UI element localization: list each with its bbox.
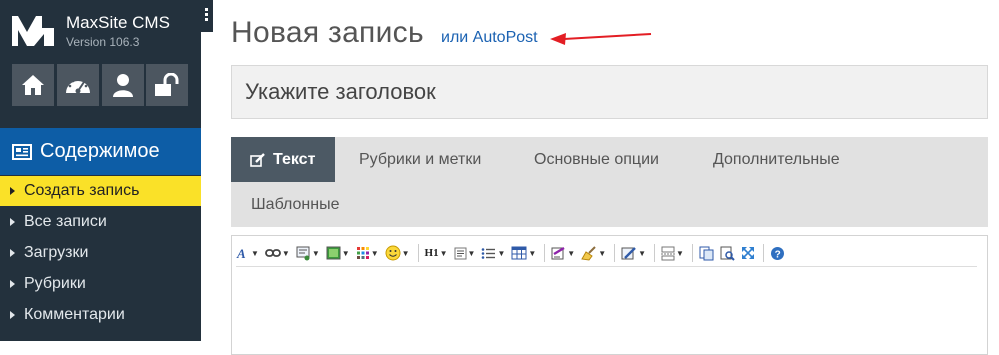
page-title: Новая запись	[231, 16, 424, 49]
text-editor[interactable]: A ▼ ▼ ▼ ▼ ▼ ▼ H1 ▼ ▼ ▼ ▼ ▼ ▼ ▼ ▼ ?	[231, 235, 988, 355]
sidebar-item-uploads[interactable]: Загрузки	[0, 238, 201, 268]
unlock-button[interactable]	[146, 64, 188, 106]
table-icon	[511, 246, 527, 260]
toolbar-separator	[762, 244, 764, 262]
code-button[interactable]: ▼	[621, 246, 646, 261]
svg-text:A: A	[236, 246, 246, 260]
sidebar-item-comments[interactable]: Комментарии	[0, 300, 201, 330]
caret-right-icon	[10, 218, 15, 226]
content-section-label: Содержимое	[40, 140, 160, 162]
smiley-button[interactable]: ▼	[385, 245, 410, 261]
svg-text:?: ?	[775, 249, 781, 260]
tab-additional[interactable]: Дополнительные	[713, 137, 840, 182]
preview-icon	[720, 246, 735, 261]
code-icon	[621, 246, 636, 259]
sidebar-item-create-post[interactable]: Создать запись	[0, 176, 201, 206]
preview-button[interactable]	[720, 246, 735, 261]
align-icon	[454, 247, 467, 259]
tab-text[interactable]: Текст	[231, 137, 335, 182]
copy-button[interactable]	[699, 246, 714, 261]
brand-name: MaxSite CMS	[66, 13, 170, 32]
tab-categories-tags[interactable]: Рубрики и метки	[359, 137, 481, 182]
copy-icon	[699, 246, 714, 260]
align-button[interactable]: ▼	[454, 247, 475, 260]
content-section-header[interactable]: Содержимое	[0, 128, 201, 175]
toolbar-separator	[417, 244, 419, 262]
page-break-button[interactable]: ▼	[661, 246, 684, 261]
red-arrow-annotation	[550, 33, 652, 45]
color-grid-icon	[356, 247, 369, 259]
sidebar-item-label: Все записи	[24, 213, 107, 230]
toolbar-separator	[691, 244, 693, 262]
link-icon	[265, 249, 281, 257]
unlock-icon	[155, 73, 179, 96]
caret-right-icon	[10, 311, 15, 319]
heading-icon: H1	[424, 247, 439, 259]
font-button[interactable]: A ▼	[236, 246, 259, 260]
autopost-link[interactable]: или AutoPost	[441, 29, 538, 47]
image-icon	[326, 246, 341, 260]
toolbar-separator	[544, 244, 546, 262]
link-button[interactable]: ▼	[265, 248, 290, 258]
caret-right-icon	[10, 187, 15, 195]
markup-icon	[551, 246, 565, 259]
editor-toolbar: A ▼ ▼ ▼ ▼ ▼ ▼ H1 ▼ ▼ ▼ ▼ ▼ ▼ ▼ ▼ ?	[236, 240, 977, 267]
tab-label: Дополнительные	[713, 150, 840, 168]
fullscreen-icon	[741, 247, 754, 259]
post-title-input[interactable]	[231, 65, 988, 119]
tab-main-options[interactable]: Основные опции	[534, 137, 659, 182]
sidebar-item-all-posts[interactable]: Все записи	[0, 207, 201, 237]
markup-button[interactable]: ▼	[551, 246, 575, 261]
color-grid-button[interactable]: ▼	[356, 246, 379, 260]
table-button[interactable]: ▼	[511, 246, 536, 260]
heading-button[interactable]: H1 ▼	[425, 247, 448, 259]
sidebar-item-label: Рубрики	[24, 275, 86, 292]
tab-templates[interactable]: Шаблонные	[251, 182, 340, 227]
list-button[interactable]: ▼	[481, 247, 505, 260]
toolbar-separator	[654, 244, 656, 262]
sidebar-item-label: Комментарии	[24, 306, 125, 323]
user-icon	[113, 74, 133, 97]
tab-label: Шаблонные	[251, 195, 340, 213]
toolbar-separator	[614, 244, 616, 262]
home-button[interactable]	[12, 64, 54, 106]
newspaper-icon	[12, 143, 32, 160]
font-icon: A	[236, 246, 246, 260]
maxsite-logo-icon	[12, 16, 54, 46]
insert-icon	[296, 246, 310, 260]
image-button[interactable]: ▼	[326, 246, 350, 260]
dashboard-button[interactable]	[57, 64, 99, 106]
clean-icon	[581, 245, 596, 261]
fullscreen-button[interactable]	[741, 246, 755, 260]
sidebar-item-label: Загрузки	[24, 244, 89, 261]
caret-right-icon	[10, 280, 15, 288]
tab-label: Рубрики и метки	[359, 150, 482, 168]
sidebar-item-categories[interactable]: Рубрики	[0, 269, 201, 299]
tab-label: Основные опции	[534, 150, 659, 168]
home-icon	[22, 75, 44, 95]
post-tabs: Текст Рубрики и метки Основные опции Доп…	[231, 137, 988, 227]
smiley-icon	[385, 245, 401, 261]
sidebar-toggle-icon[interactable]	[205, 8, 208, 23]
tab-label: Текст	[273, 150, 316, 168]
insert-button[interactable]: ▼	[296, 246, 320, 261]
page-break-icon	[661, 246, 676, 260]
dashboard-icon	[66, 77, 90, 94]
caret-right-icon	[10, 249, 15, 257]
edit-icon	[250, 152, 265, 167]
clean-button[interactable]: ▼	[581, 245, 606, 261]
help-button[interactable]: ?	[770, 246, 785, 261]
brand-version: Version 106.3	[66, 35, 140, 49]
help-icon: ?	[770, 246, 784, 260]
user-button[interactable]	[102, 64, 144, 106]
sidebar-item-label: Создать запись	[24, 182, 140, 199]
list-icon	[482, 247, 496, 259]
